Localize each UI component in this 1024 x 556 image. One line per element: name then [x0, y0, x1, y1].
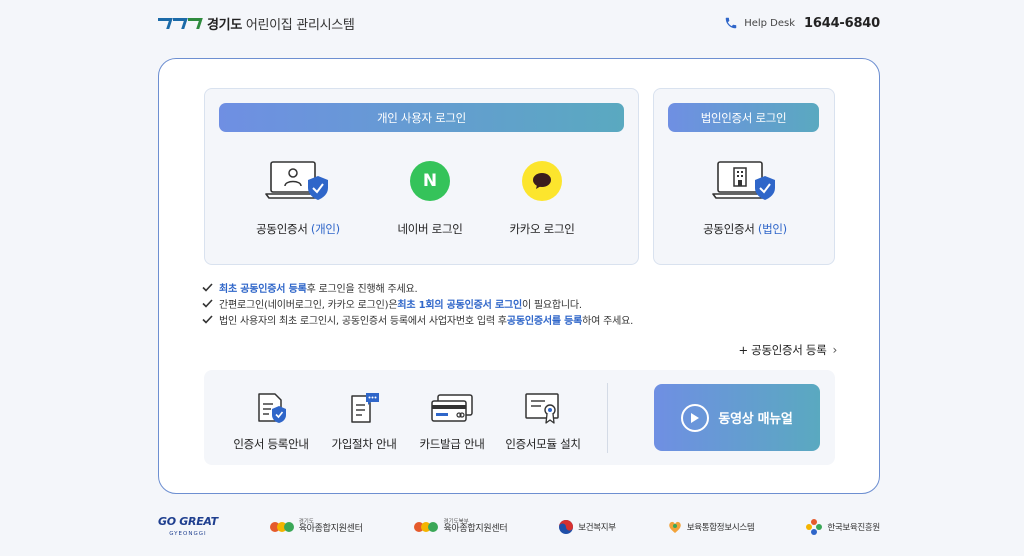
card-issuance-guide-label: 카드발급 안내 [419, 437, 485, 451]
gyeonggi-north-childcare-center-logo[interactable]: 경기도북부 육아종합지원센터 [413, 519, 508, 535]
corporate-certificate-login-button[interactable]: 공동인증서 (법인) [690, 157, 800, 237]
note-item: 간편로그인(네이버로그인, 카카오 로그인)은 최초 1회의 공동인증서 로그인… [202, 295, 762, 311]
check-icon [202, 282, 215, 292]
gogreat-gyeonggi-logo[interactable]: GO GREAT GYEONGGI [158, 516, 218, 538]
video-manual-button[interactable]: 동영상 매뉴얼 [654, 384, 820, 451]
note-text: 법인 사용자의 최초 로그인시, 공동인증서 등록에서 사업자번호 입력 후 [219, 315, 507, 327]
laptop-building-shield-icon [712, 157, 778, 205]
personal-login-heading: 개인 사용자 로그인 [219, 103, 624, 132]
help-desk-label: Help Desk [744, 17, 796, 29]
ministry-of-health-logo[interactable]: 보건복지부 [558, 519, 616, 535]
help-desk: Help Desk 1644-6840 [724, 16, 880, 31]
note-text-end: 이 필요합니다. [521, 299, 582, 311]
kakao-login-label: 카카오 로그인 [509, 222, 575, 236]
note-highlight: 최초 공동인증서 등록 [219, 283, 307, 295]
header: 경기도 어린이집 관리시스템 Help Desk 1644-6840 [158, 12, 880, 34]
kakao-icon [522, 161, 562, 201]
naver-login-label: 네이버 로그인 [397, 222, 463, 236]
ministry-text: 보건복지부 [578, 523, 616, 533]
childcare-center-icon [269, 522, 294, 532]
gyeonggi-childcare-center-logo[interactable]: 경기도 육아종합지원센터 [269, 519, 363, 535]
corporate-login-heading: 법인인증서 로그인 [668, 103, 819, 132]
note-text: 후 로그인을 진행해 주세요. [306, 283, 418, 295]
personal-certificate-login-button[interactable]: 공동인증서 (개인) [243, 157, 353, 237]
card-issuance-guide-button[interactable]: 카드발급 안내 [402, 390, 502, 452]
personal-certificate-label: 공동인증서 (개인) [256, 221, 340, 237]
guide-strip: 인증서 등록안내 가입절차 안내 카드발급 안내 인증서모듈 설치 동영상 매뉴… [204, 370, 835, 465]
document-shield-icon [253, 390, 289, 426]
taegeuk-icon [559, 520, 574, 534]
chevron-right-icon: › [832, 343, 838, 357]
check-icon [202, 298, 215, 308]
site-title: 경기도 어린이집 관리시스템 [207, 14, 355, 33]
site-title-rest: 어린이집 관리시스템 [241, 17, 355, 33]
certificate-registration-guide-button[interactable]: 인증서 등록안내 [221, 390, 321, 452]
video-manual-label: 동영상 매뉴얼 [718, 412, 793, 427]
register-certificate-link[interactable]: + 공동인증서 등록 › [738, 342, 837, 358]
kcpi-logo[interactable]: 한국보육진흥원 [805, 518, 880, 536]
certificate-module-install-label: 인증서모듈 설치 [505, 437, 581, 451]
signup-procedure-guide-button[interactable]: 가입절차 안내 [314, 390, 414, 452]
laptop-user-shield-icon [265, 157, 331, 205]
certificate-registration-guide-label: 인증서 등록안내 [233, 437, 309, 451]
naver-login-button[interactable]: N 네이버 로그인 [375, 157, 485, 237]
play-icon [681, 403, 710, 432]
note-item: 최초 공동인증서 등록 후 로그인을 진행해 주세요. [202, 279, 762, 295]
check-icon [202, 314, 215, 324]
corporate-certificate-label-text: 공동인증서 [703, 222, 758, 236]
phone-icon [725, 17, 737, 29]
guide-divider [607, 383, 608, 453]
credit-cards-icon [430, 390, 474, 426]
personal-certificate-label-highlight: (개인) [310, 222, 340, 236]
gogreat-sub-text: GYEONGGI [169, 531, 207, 538]
center1-main-text: 육아종합지원센터 [298, 524, 363, 535]
naver-icon: N [410, 161, 450, 201]
brand[interactable]: 경기도 어린이집 관리시스템 [158, 14, 355, 33]
login-card: 개인 사용자 로그인 공동인증서 (개인) N 네이버 로그인 카카오 로그인 … [158, 58, 880, 494]
register-certificate-label: + 공동인증서 등록 [738, 343, 827, 357]
corporate-certificate-label: 공동인증서 (법인) [703, 221, 787, 237]
note-text: 간편로그인(네이버로그인, 카카오 로그인)은 [219, 299, 398, 311]
site-title-bold: 경기도 [207, 17, 242, 33]
center2-main-text: 육아종합지원센터 [443, 524, 508, 535]
corporate-login-panel: 법인인증서 로그인 공동인증서 (법인) [653, 88, 835, 265]
signup-procedure-guide-label: 가입절차 안내 [331, 437, 397, 451]
note-item: 법인 사용자의 최초 로그인시, 공동인증서 등록에서 사업자번호 입력 후 공… [202, 311, 762, 327]
note-highlight: 최초 1회의 공동인증서 로그인 [397, 299, 522, 311]
gyeonggi-logo-icon [158, 17, 201, 29]
childcare-info-system-logo[interactable]: 보육통합정보시스템 [667, 519, 755, 535]
personal-certificate-label-text: 공동인증서 [256, 222, 311, 236]
kakao-login-button[interactable]: 카카오 로그인 [487, 157, 597, 237]
childcare-heart-icon [668, 521, 681, 533]
note-text-end: 하여 주세요. [582, 315, 634, 327]
certificate-module-install-button[interactable]: 인증서모듈 설치 [493, 390, 593, 452]
help-desk-number: 1644-6840 [804, 15, 880, 31]
footer-logos: GO GREAT GYEONGGI 경기도 육아종합지원센터 경기도북부 육아종… [158, 512, 880, 542]
childcare-center-icon [414, 522, 439, 532]
login-notes: 최초 공동인증서 등록 후 로그인을 진행해 주세요. 간편로그인(네이버로그인… [202, 279, 762, 327]
info-system-text: 보육통합정보시스템 [686, 523, 755, 533]
corporate-certificate-label-highlight: (법인) [757, 222, 787, 236]
document-chat-icon [346, 390, 382, 426]
certificate-award-icon [523, 390, 563, 426]
note-highlight: 공동인증서를 등록 [506, 315, 583, 327]
personal-login-panel: 개인 사용자 로그인 공동인증서 (개인) N 네이버 로그인 카카오 로그인 [204, 88, 639, 265]
kcpi-flower-icon [806, 519, 823, 535]
gogreat-main-text: GO GREAT [158, 515, 218, 529]
kcpi-text: 한국보육진흥원 [827, 523, 880, 533]
